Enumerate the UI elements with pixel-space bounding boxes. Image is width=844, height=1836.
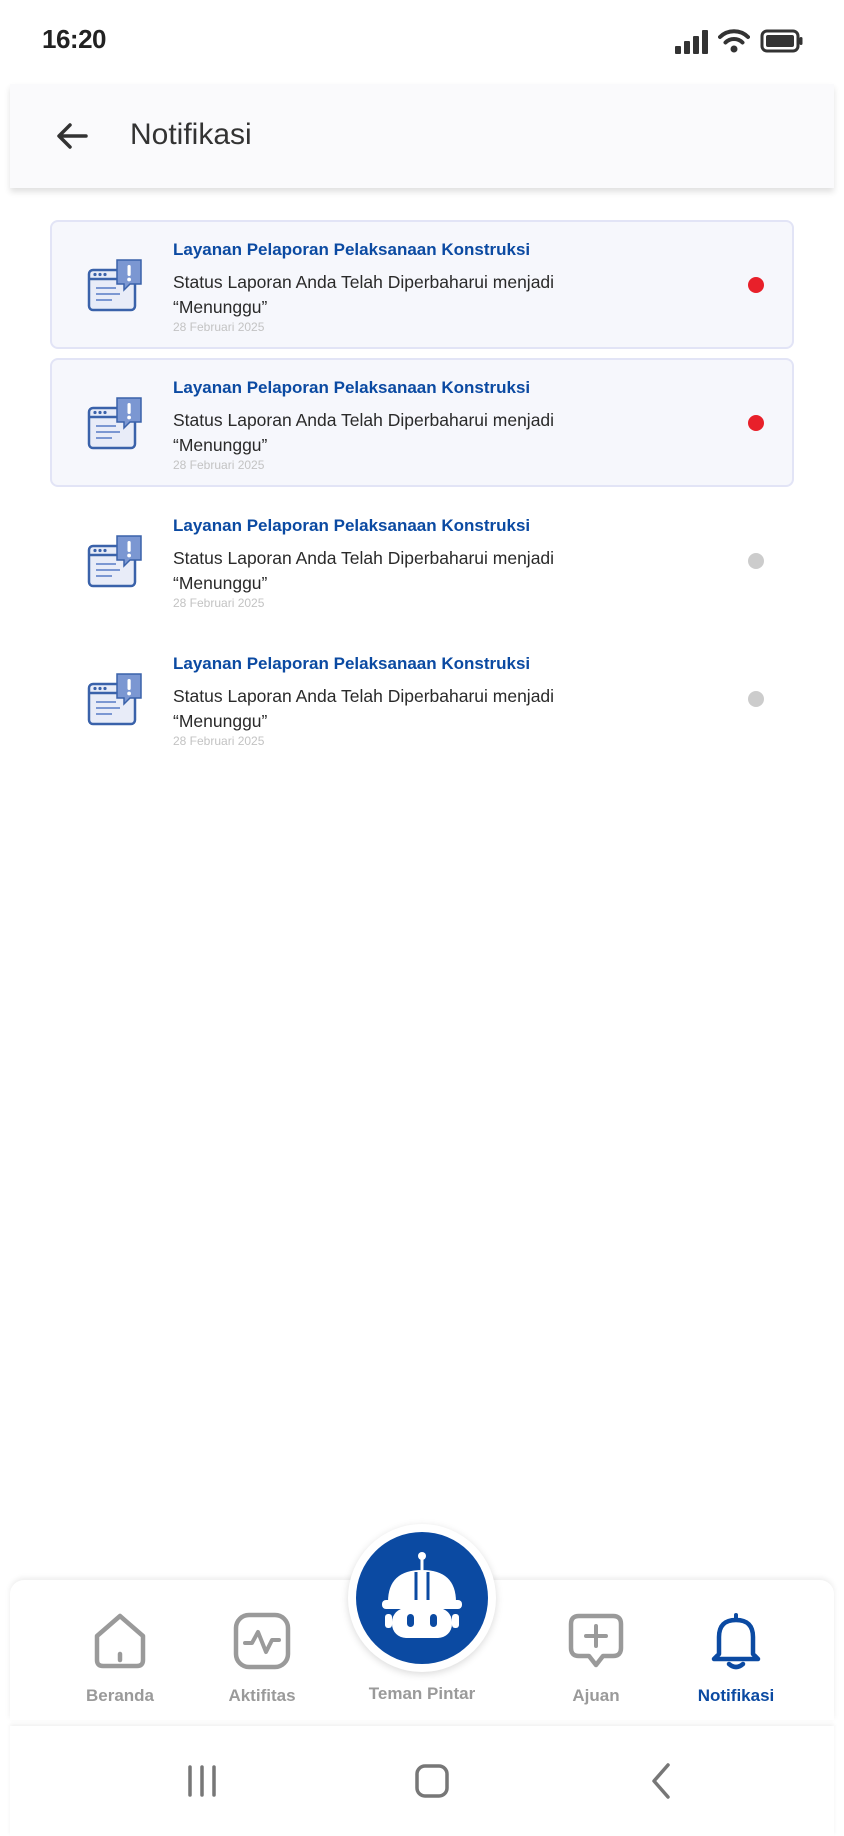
nav-label: Aktifitas [228,1686,296,1705]
signal-icon [675,30,708,54]
recent-apps-button[interactable] [172,1756,232,1806]
activity-icon [233,1612,291,1670]
home-icon [94,1613,146,1669]
read-indicator [748,553,764,569]
nav-label: Beranda [85,1686,155,1705]
teman-pintar-button[interactable] [356,1532,488,1664]
status-icons [675,28,804,54]
back-button[interactable] [50,114,94,158]
nav-item-aktifitas[interactable]: Aktifitas [196,1580,328,1720]
back-nav-button[interactable] [632,1756,692,1806]
notification-list: Layanan Pelaporan Pelaksanaan Konstruksi… [50,220,794,772]
battery-icon [760,29,803,53]
app-header: Notifikasi [10,84,834,188]
notification-message: Status Laporan Anda Telah Diperbaharui m… [173,686,555,731]
notification-card[interactable]: Layanan Pelaporan Pelaksanaan Konstruksi… [50,496,794,625]
add-chat-icon [568,1613,624,1668]
notification-message: Status Laporan Anda Telah Diperbaharui m… [173,410,555,455]
status-time: 16:20 [42,24,107,54]
recent-apps-icon [188,1765,216,1797]
home-square-icon [415,1764,449,1798]
nav-label: Notifikasi [697,1686,775,1705]
notification-message: Status Laporan Anda Telah Diperbaharui m… [173,272,555,317]
arrow-left-icon [57,123,88,149]
notification-card[interactable]: Layanan Pelaporan Pelaksanaan Konstruksi… [50,220,794,349]
report-window-icon [87,397,142,450]
teman-pintar-label: Teman Pintar [368,1684,476,1703]
unread-indicator [748,277,764,293]
status-bar: 16:20 [0,0,844,84]
notification-title: Layanan Pelaporan Pelaksanaan Konstruksi [173,654,531,673]
nav-item-ajuan[interactable]: Ajuan [530,1580,662,1720]
unread-indicator [748,415,764,431]
report-window-icon [87,673,142,726]
system-nav-bar [10,1726,834,1836]
notification-date: 28 Februari 2025 [173,734,265,748]
notification-card[interactable]: Layanan Pelaporan Pelaksanaan Konstruksi… [50,358,794,487]
nav-label: Ajuan [572,1686,620,1705]
notification-date: 28 Februari 2025 [173,320,265,334]
wifi-icon [718,29,750,53]
bell-icon [711,1613,761,1670]
read-indicator [748,691,764,707]
notification-title: Layanan Pelaporan Pelaksanaan Konstruksi [173,240,531,259]
report-window-icon [87,535,142,588]
notification-date: 28 Februari 2025 [173,596,265,610]
notification-message: Status Laporan Anda Telah Diperbaharui m… [173,548,555,593]
nav-item-notifikasi[interactable]: Notifikasi [670,1580,802,1720]
nav-item-beranda[interactable]: Beranda [54,1580,186,1720]
chevron-left-icon [652,1763,670,1799]
notification-date: 28 Februari 2025 [173,458,265,472]
notification-card[interactable]: Layanan Pelaporan Pelaksanaan Konstruksi… [50,634,794,763]
report-window-icon [87,259,142,312]
notification-title: Layanan Pelaporan Pelaksanaan Konstruksi [173,378,531,397]
notification-title: Layanan Pelaporan Pelaksanaan Konstruksi [173,516,531,535]
page-title: Notifikasi [130,118,252,151]
robot-helmet-icon [382,1552,462,1638]
home-button[interactable] [402,1756,462,1806]
